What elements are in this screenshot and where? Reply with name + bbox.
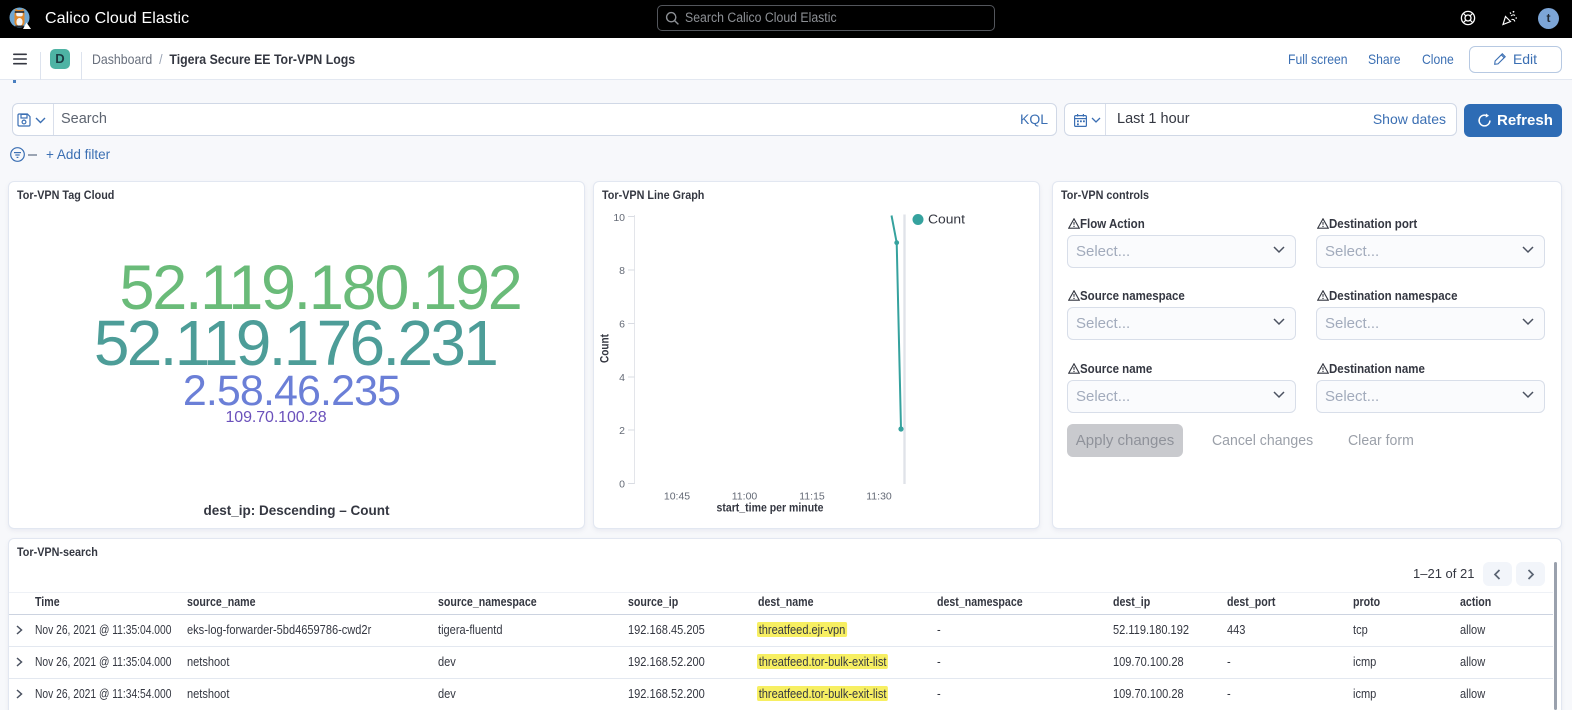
svg-text:4: 4 (619, 372, 625, 384)
svg-text:Count: Count (928, 212, 966, 226)
svg-text:Count: Count (600, 333, 612, 362)
svg-text:11:15: 11:15 (799, 490, 825, 502)
svg-text:10:45: 10:45 (664, 490, 690, 502)
svg-text:8: 8 (619, 265, 625, 277)
svg-text:11:00: 11:00 (732, 490, 758, 502)
svg-text:start_time per minute: start_time per minute (717, 502, 824, 514)
svg-text:2: 2 (619, 425, 625, 437)
svg-text:0: 0 (619, 478, 625, 490)
svg-text:6: 6 (619, 318, 625, 330)
svg-text:10: 10 (613, 212, 625, 224)
svg-text:11:30: 11:30 (866, 490, 892, 502)
